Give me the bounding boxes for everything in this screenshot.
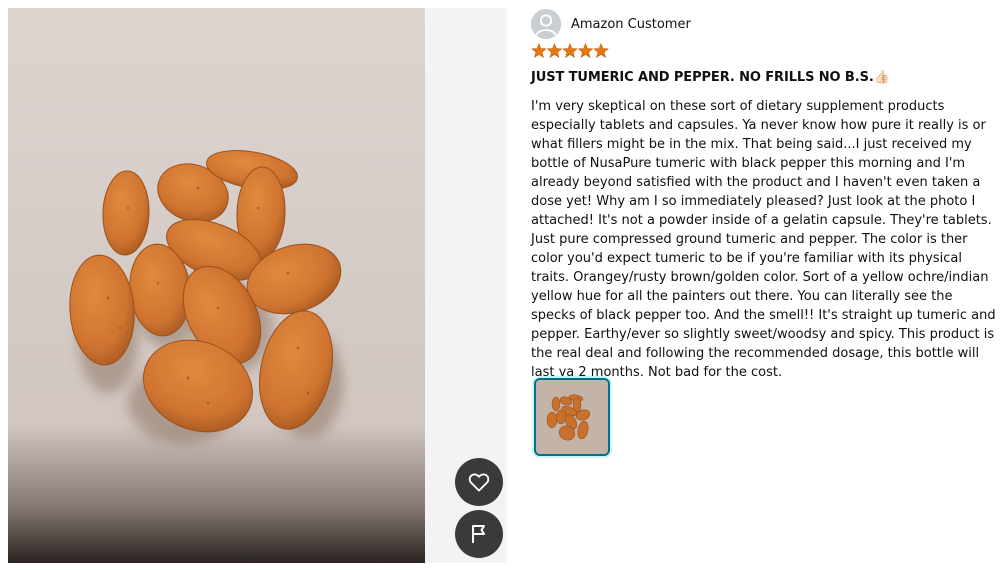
reviewer-profile[interactable]: Amazon Customer <box>531 8 996 40</box>
attached-photo-thumbnail[interactable] <box>534 378 610 456</box>
flag-icon <box>472 525 485 543</box>
avatar[interactable] <box>531 9 561 39</box>
tablets-thumbnail-image <box>536 380 608 454</box>
thumbs-up-emoji: 👍🏻 <box>873 70 890 85</box>
reviewer-name[interactable]: Amazon Customer <box>571 17 691 32</box>
star-rating <box>531 42 996 60</box>
review-body: I'm very skeptical on these sort of diet… <box>531 99 996 380</box>
review-title: JUST TUMERIC AND PEPPER. NO FRILLS NO B.… <box>531 69 996 87</box>
review-title-text: JUST TUMERIC AND PEPPER. NO FRILLS NO B.… <box>531 70 874 85</box>
like-button[interactable] <box>455 458 503 506</box>
review-card: Amazon Customer JUST TUMERIC AND PEPPER.… <box>531 8 996 382</box>
heart-outline-icon <box>468 473 490 492</box>
review-photo[interactable] <box>8 8 425 563</box>
five-star-icon <box>531 43 609 58</box>
tablets-photo-image <box>8 8 425 563</box>
report-button[interactable] <box>455 510 503 558</box>
user-silhouette-icon <box>531 9 561 39</box>
